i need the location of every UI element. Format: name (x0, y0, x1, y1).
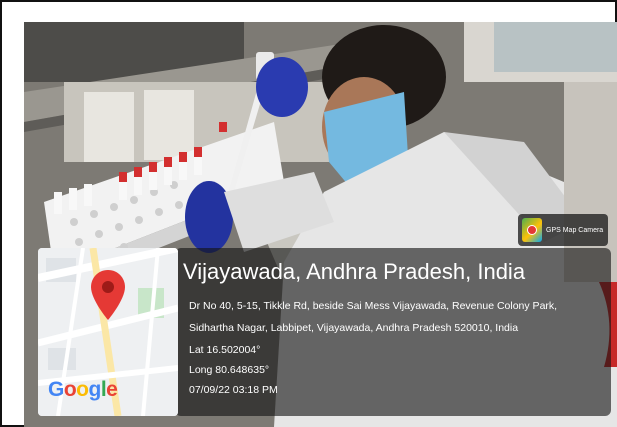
address-line-1: Dr No 40, 5-15, Tikkle Rd, beside Sai Me… (189, 300, 558, 312)
location-map: Google (38, 248, 178, 416)
gps-map-camera-icon (522, 218, 542, 242)
gps-map-camera-badge: GPS Map Camera (518, 214, 608, 246)
address-line-2: Sidhartha Nagar, Labbipet, Vijayawada, A… (189, 322, 519, 334)
map-pin-icon (91, 270, 125, 320)
timestamp: 07/09/22 03:18 PM (189, 384, 278, 396)
longitude: Long 80.648635° (189, 364, 270, 376)
image-frame: GPS Map Camera Google Vijayawada, Andhra… (0, 0, 617, 427)
google-logo: Google (48, 378, 118, 401)
latitude: Lat 16.502004° (189, 344, 261, 356)
gps-badge-label: GPS Map Camera (546, 226, 604, 234)
location-title: Vijayawada, Andhra Pradesh, India (183, 259, 526, 284)
